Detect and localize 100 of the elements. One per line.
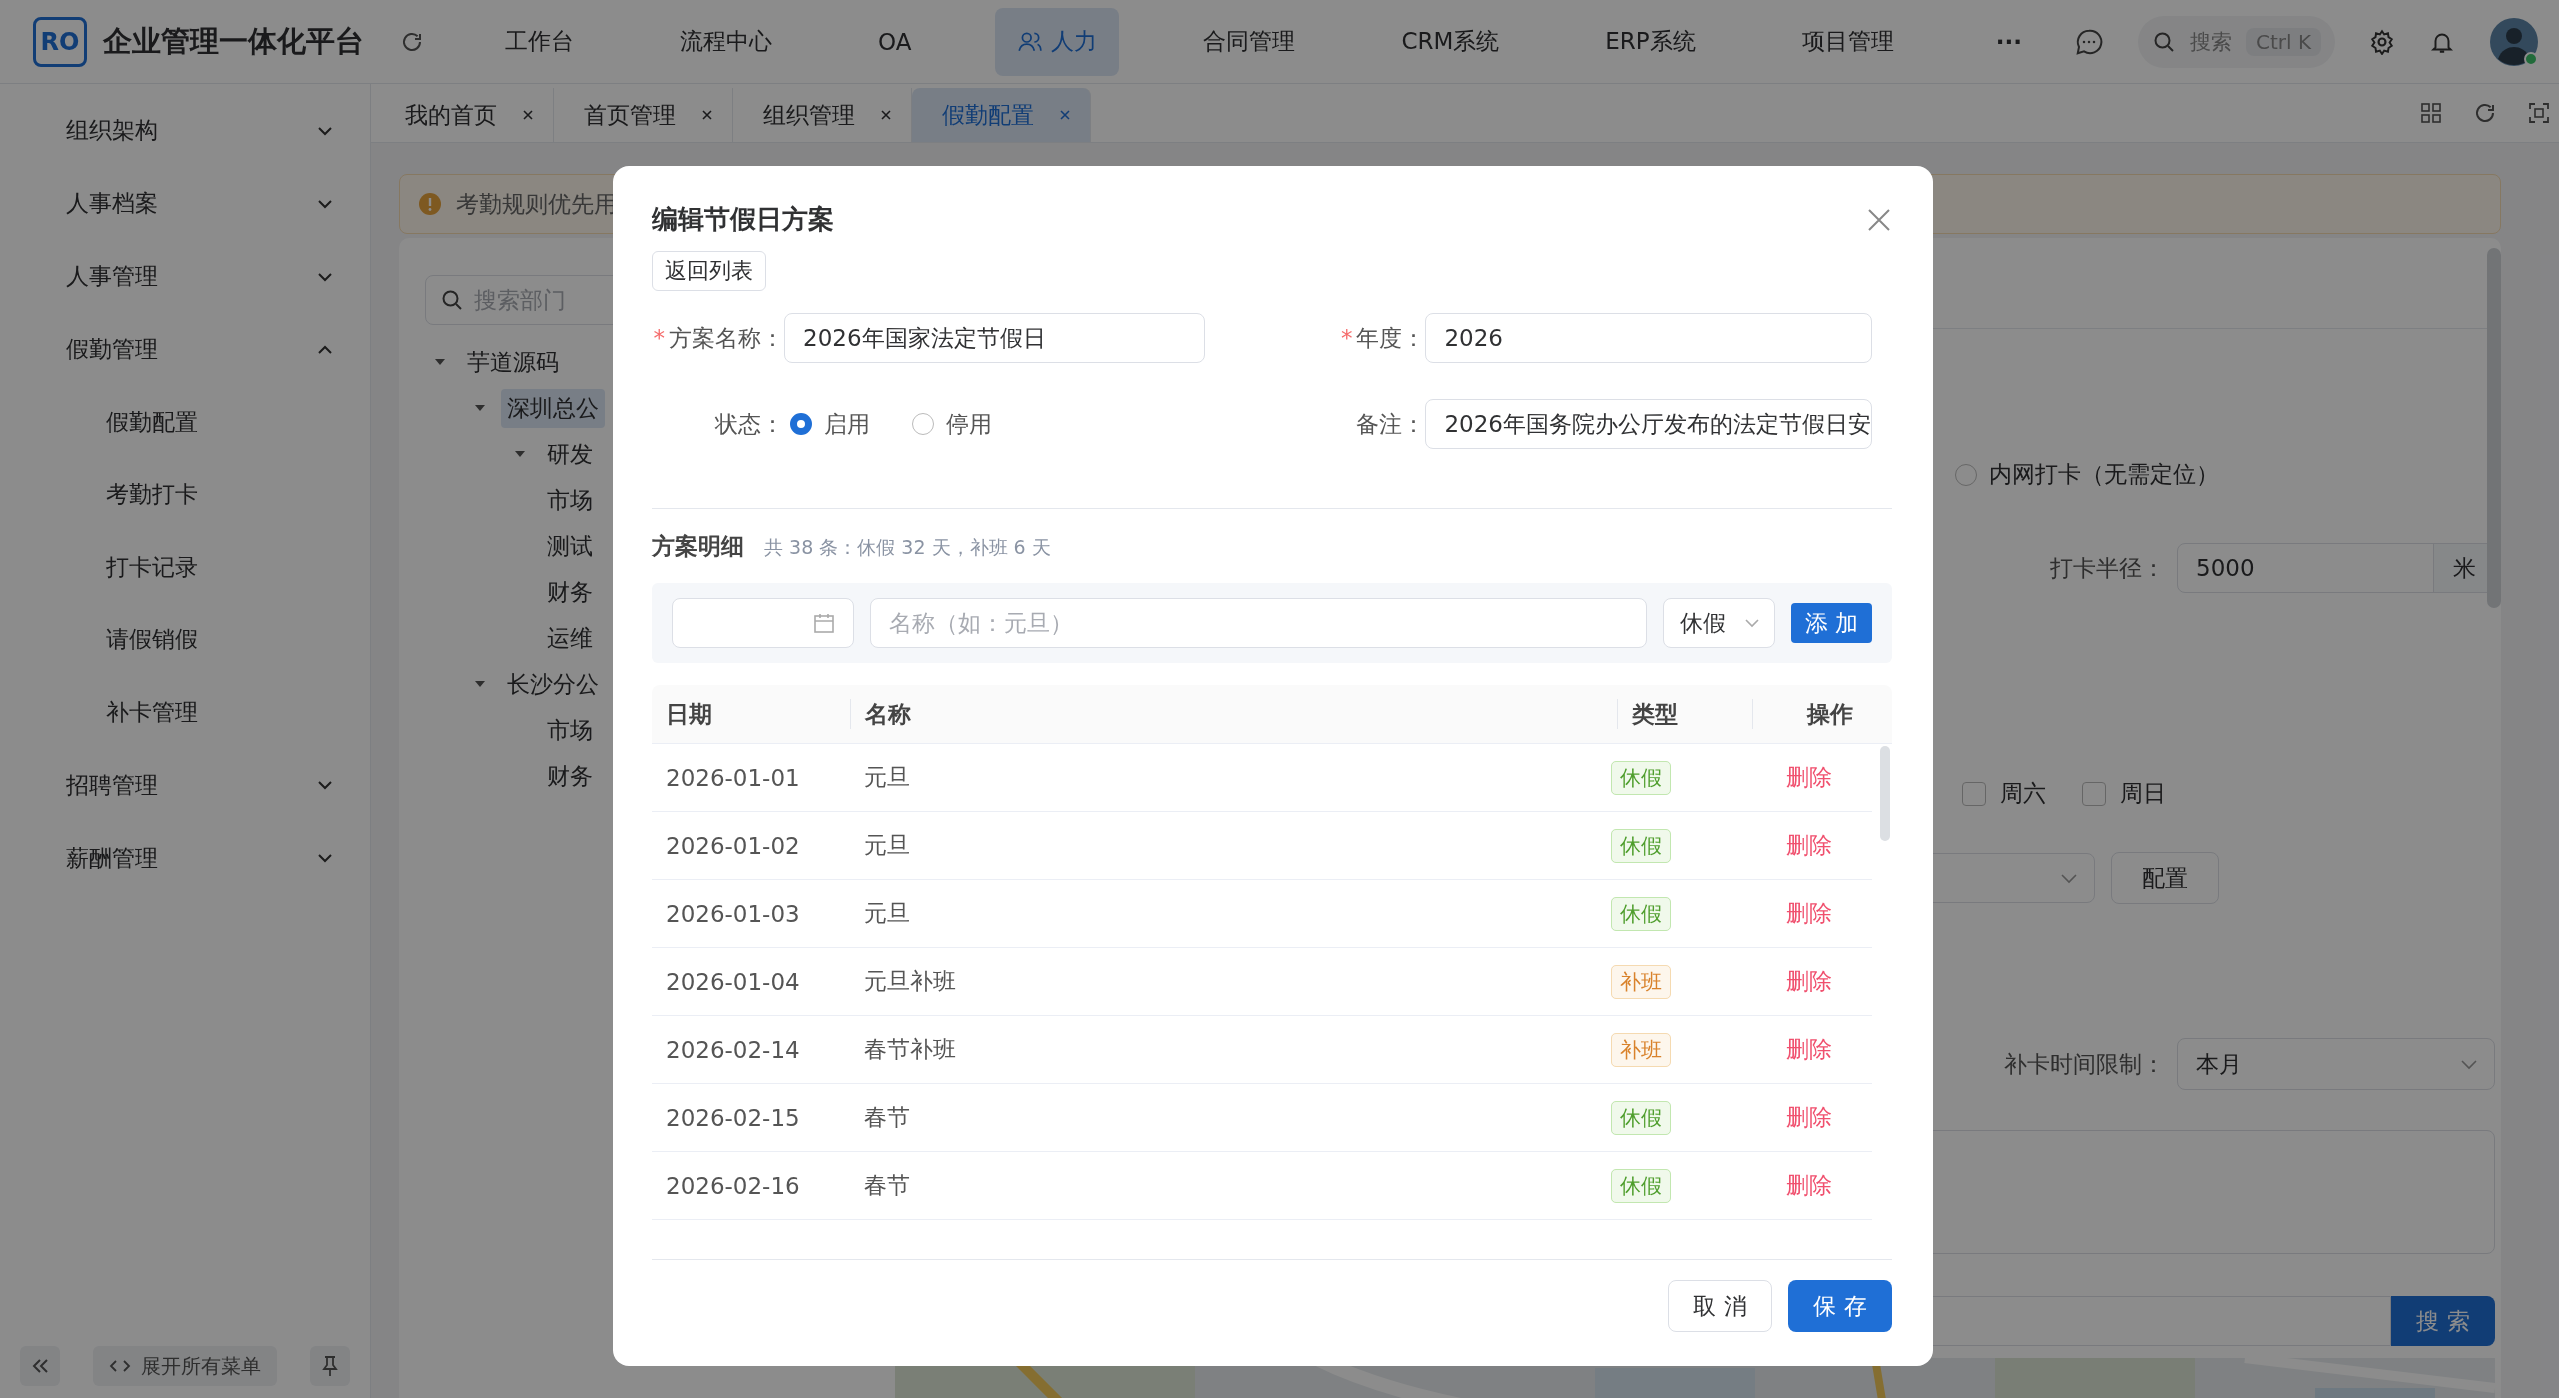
delete-link[interactable]: 删除 — [1786, 966, 1832, 997]
table-cell-text: 2026-02-16 — [665, 1172, 801, 1199]
delete-link[interactable]: 删除 — [1786, 1102, 1832, 1133]
cancel-button[interactable]: 取 消 — [1668, 1280, 1772, 1332]
refresh-icon[interactable] — [2473, 101, 2497, 125]
app-title: 企业管理一体化平台 — [103, 22, 364, 60]
radio-button[interactable] — [1955, 463, 1977, 486]
nav-item[interactable]: CRM系统 — [1379, 7, 1522, 76]
close-icon[interactable] — [1058, 108, 1072, 122]
table-cell-text: 2026-01-03 — [665, 900, 801, 927]
table-cell-text: 元旦 — [863, 899, 911, 928]
type-tag: 休假 — [1611, 896, 1671, 931]
tree-node[interactable]: 运维 — [541, 618, 599, 658]
input-field[interactable]: 2026 — [1425, 313, 1872, 363]
menu-item[interactable]: 假勤管理 — [0, 313, 370, 386]
expand-all-button[interactable]: 展开所有菜单 — [93, 1346, 277, 1386]
warning-icon — [418, 192, 442, 216]
nav-item[interactable]: 流程中心 — [658, 7, 794, 76]
summary-text: 共 38 条：休假 32 天，补班 6 天 — [764, 535, 1051, 560]
collapse-sidebar-icon[interactable] — [20, 1346, 60, 1386]
close-icon[interactable] — [521, 108, 535, 122]
input-field[interactable]: 2026年国家法定节假日 — [784, 313, 1206, 363]
fullscreen-icon[interactable] — [2527, 101, 2551, 125]
close-icon[interactable] — [700, 108, 714, 122]
option-label: 周日 — [2120, 779, 2166, 808]
menu-item[interactable]: 人事管理 — [0, 240, 370, 313]
submenu-item[interactable]: 打卡记录 — [0, 531, 370, 604]
configure-button[interactable]: 配置 — [2111, 852, 2219, 904]
save-button[interactable]: 保 存 — [1788, 1280, 1892, 1332]
delete-link[interactable]: 删除 — [1786, 762, 1832, 793]
close-icon[interactable] — [879, 108, 893, 122]
tree-node[interactable]: 财务 — [541, 756, 599, 796]
nav-item[interactable]: OA — [856, 7, 934, 76]
type-tag: 休假 — [1611, 1168, 1671, 1203]
type-tag: 补班 — [1611, 964, 1671, 999]
checkbox[interactable] — [2082, 781, 2106, 806]
column-header: 名称 — [850, 699, 1617, 729]
nav-item[interactable]: 人力 — [995, 7, 1120, 76]
table-cell-text: 2026-01-02 — [665, 832, 801, 859]
nav-item[interactable]: 工作台 — [483, 7, 596, 76]
menu-item[interactable]: 招聘管理 — [0, 748, 370, 822]
settings-icon[interactable] — [2369, 28, 2395, 55]
delete-link[interactable]: 删除 — [1786, 830, 1832, 861]
avatar[interactable] — [2489, 16, 2539, 67]
table-cell-text: 2026-01-01 — [665, 764, 801, 791]
table-cell-text: 2026-01-04 — [665, 968, 801, 995]
menu-item[interactable]: 组织架构 — [0, 94, 370, 167]
more-menu[interactable]: ··· — [1977, 7, 2040, 76]
submenu-item[interactable]: 考勤打卡 — [0, 458, 370, 531]
submenu-item[interactable]: 请假销假 — [0, 603, 370, 676]
tree-node[interactable]: 市场 — [541, 480, 599, 520]
close-icon[interactable] — [1866, 206, 1892, 233]
grid-icon[interactable] — [2419, 101, 2443, 125]
radio-button[interactable] — [790, 413, 812, 435]
delete-link[interactable]: 删除 — [1786, 1170, 1832, 1201]
field-label: * 年度： — [1339, 323, 1426, 353]
nav-item[interactable]: ERP系统 — [1583, 7, 1718, 76]
column-header: 操作 — [1752, 699, 1892, 729]
tree-node[interactable]: 芋道源码 — [461, 342, 565, 382]
select-field[interactable]: 休假 — [1662, 598, 1775, 648]
delete-link[interactable]: 删除 — [1786, 1034, 1832, 1065]
tree-node[interactable]: 研发 — [541, 434, 599, 474]
field-label: * 方案名称： — [652, 323, 784, 353]
type-tag: 休假 — [1611, 1100, 1671, 1135]
option-label: 启用 — [824, 409, 870, 439]
menu-item[interactable]: 人事档案 — [0, 167, 370, 240]
submenu-item[interactable]: 补卡管理 — [0, 676, 370, 749]
radio-button[interactable] — [912, 413, 934, 435]
input-field[interactable]: 2026年国务院办公厅发布的法定节假日安 — [1425, 399, 1872, 449]
tab[interactable]: 首页管理 — [554, 88, 733, 142]
add-button[interactable]: 添 加 — [1790, 603, 1872, 643]
type-tag: 休假 — [1611, 760, 1671, 795]
menu-item[interactable]: 薪酬管理 — [0, 821, 370, 895]
tree-node[interactable]: 深圳总公 — [501, 388, 605, 428]
checkbox[interactable] — [1962, 781, 1986, 806]
pin-icon[interactable] — [310, 1346, 350, 1386]
scrollbar[interactable] — [2487, 248, 2501, 608]
delete-link[interactable]: 删除 — [1786, 898, 1832, 929]
section-title: 方案明细 — [652, 532, 744, 561]
submenu-item[interactable]: 假勤配置 — [0, 386, 370, 459]
option-label: 周六 — [2000, 779, 2046, 808]
tree-node[interactable]: 测试 — [541, 526, 599, 566]
back-button[interactable]: 返回列表 — [652, 251, 766, 291]
field-label: 备注： — [1355, 409, 1426, 439]
nav-item[interactable]: 项目管理 — [1779, 7, 1916, 76]
tab[interactable]: 我的首页 — [375, 88, 554, 142]
column-header: 日期 — [665, 699, 713, 729]
search-icon — [440, 288, 464, 312]
search-button[interactable]: 搜 索 — [2391, 1296, 2495, 1346]
option-label: 内网打卡（无需定位） — [1989, 460, 2219, 489]
tree-node[interactable]: 长沙分公 — [501, 664, 605, 704]
tab[interactable]: 假勤配置 — [912, 88, 1091, 142]
calendar-icon — [813, 612, 835, 634]
tree-node[interactable]: 财务 — [541, 572, 599, 612]
tree-node[interactable]: 市场 — [541, 710, 599, 750]
table-cell-text: 春节补班 — [863, 1035, 957, 1064]
scrollbar[interactable] — [1880, 746, 1890, 841]
table-cell-text: 2026-02-14 — [665, 1036, 801, 1063]
nav-item[interactable]: 合同管理 — [1181, 7, 1318, 76]
select-field[interactable]: 本月 — [2177, 1038, 2495, 1090]
